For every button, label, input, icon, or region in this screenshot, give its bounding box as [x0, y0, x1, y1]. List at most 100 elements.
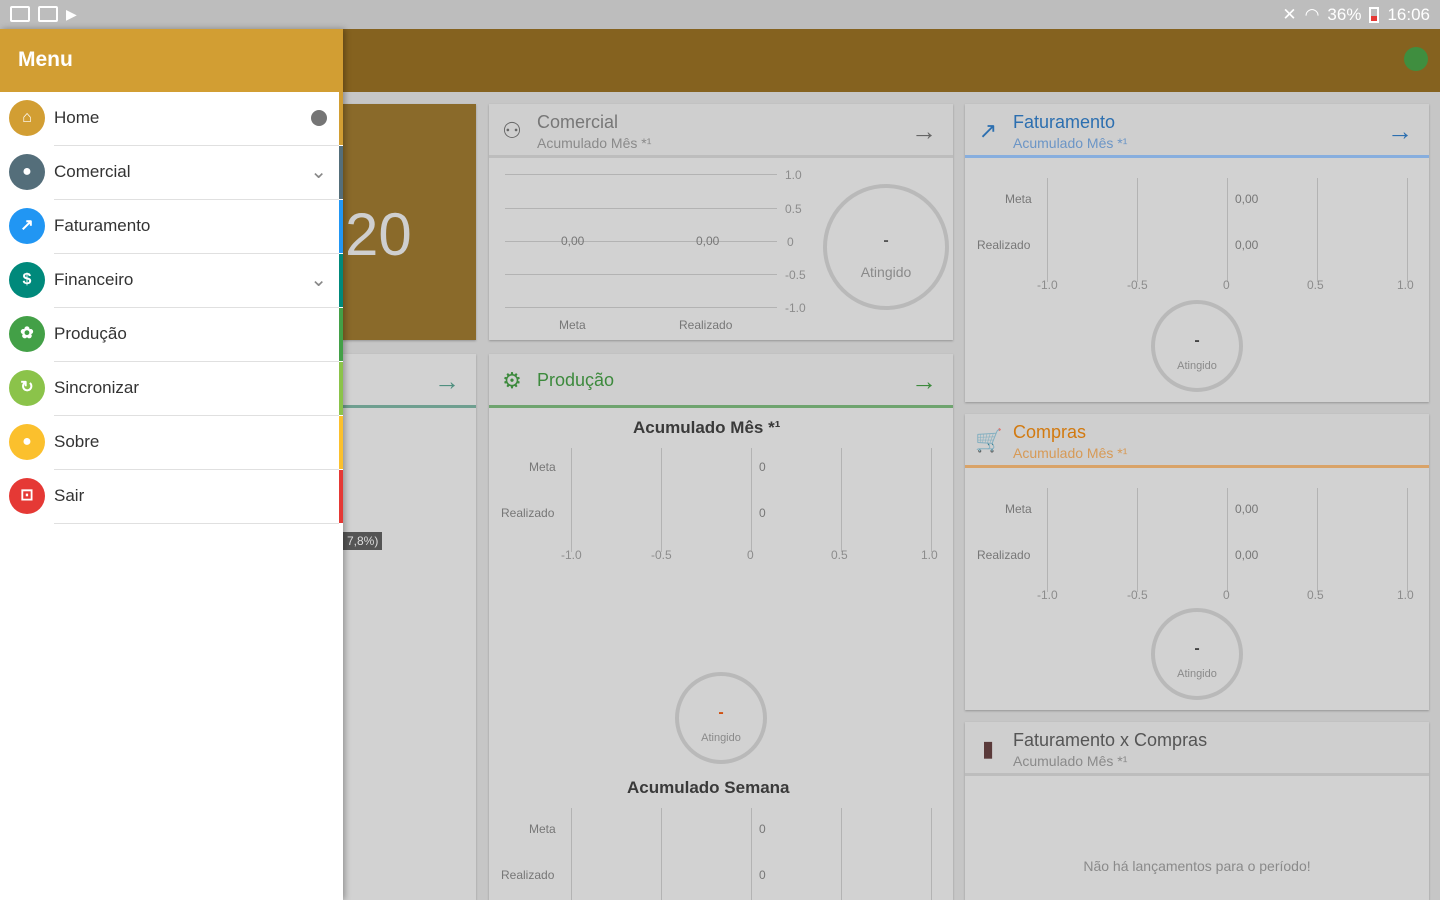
bar-chart-icon: ▮ — [981, 736, 995, 761]
dollar-icon: $ — [9, 262, 45, 298]
mute-icon: ✕ — [1282, 5, 1297, 24]
fat-compras-empty-text: Não há lançamentos para o período! — [1083, 858, 1311, 874]
producao-arrow-icon[interactable]: → — [911, 366, 937, 397]
trending-up-icon: ↗ — [9, 208, 45, 244]
percent-badge: 7,8%) — [343, 532, 383, 550]
faturamento-xtick: 0.5 — [1307, 278, 1324, 292]
drawer-title: Menu — [0, 29, 343, 92]
menu-item-sincronizar[interactable]: ↻ Sincronizar — [0, 362, 343, 416]
menu-item-label: Faturamento — [54, 216, 151, 235]
user-avatar[interactable] — [1404, 47, 1428, 71]
producao-month-ring: - Atingido — [675, 672, 767, 764]
menu-item-label: Sobre — [54, 432, 100, 451]
menu-item-color-bar — [339, 200, 343, 253]
compras-meta-value: 0,00 — [1235, 502, 1259, 516]
menu-item-color-bar — [339, 254, 343, 307]
producao-xtick: 0 — [747, 548, 754, 562]
comercial-meta-value: 0,00 — [561, 234, 585, 248]
comercial-arrow-icon[interactable]: → — [911, 116, 937, 147]
producao-week-meta-value: 0 — [759, 822, 766, 836]
faturamento-meta-value: 0,00 — [1235, 192, 1259, 206]
faturamento-ring: - Atingido — [1151, 300, 1243, 392]
compras-meta-label: Meta — [1005, 502, 1032, 516]
partial-card: → 7,8%) — [343, 354, 476, 900]
sync-icon: ↻ — [9, 370, 45, 406]
menu-item-faturamento[interactable]: ↗ Faturamento — [0, 200, 343, 254]
menu-item-comercial[interactable]: ● Comercial ⌄ — [0, 146, 343, 200]
comercial-ytick: 0.5 — [785, 202, 802, 216]
compras-realizado-value: 0,00 — [1235, 548, 1259, 562]
comercial-realizado-value: 0,00 — [696, 234, 720, 248]
faturamento-xtick: 1.0 — [1397, 278, 1414, 292]
clock: 16:06 — [1387, 5, 1430, 24]
play-notification-icon: ▶ — [66, 6, 77, 22]
faturamento-trend-icon: ↗ — [978, 118, 998, 143]
comercial-ytick: 1.0 — [785, 168, 802, 182]
producao-xtick: 0.5 — [831, 548, 848, 562]
home-icon: ⌂ — [9, 100, 45, 136]
producao-card: ⚙ Produção → Acumulado Mês *¹ Meta Reali… — [489, 354, 953, 900]
producao-title: Produção — [537, 370, 615, 390]
menu-item-home[interactable]: ⌂ Home — [0, 92, 343, 146]
chevron-down-icon[interactable]: ⌄ — [310, 159, 327, 184]
fat-compras-card: ▮ Faturamento x Compras Acumulado Mês *¹… — [965, 722, 1429, 900]
exit-icon: ⊡ — [9, 478, 45, 514]
menu-item-label: Comercial — [54, 162, 131, 181]
battery-percent: 36% — [1327, 5, 1362, 24]
summary-card: 20 — [343, 104, 476, 340]
menu-item-label: Financeiro — [54, 270, 134, 289]
faturamento-arrow-icon[interactable]: → — [1387, 116, 1413, 147]
comercial-award-icon: ⚇ — [502, 118, 522, 143]
producao-section-week: Acumulado Semana — [627, 778, 790, 797]
image-notification-icon — [38, 6, 58, 22]
producao-xtick: -1.0 — [561, 548, 582, 562]
faturamento-meta-label: Meta — [1005, 192, 1032, 206]
menu-item-color-bar — [339, 470, 343, 523]
menu-item-sair[interactable]: ⊡ Sair — [0, 470, 343, 524]
compras-subtitle: Acumulado Mês *¹ — [1013, 445, 1128, 461]
comercial-ytick: -0.5 — [785, 268, 806, 282]
faturamento-xtick: -1.0 — [1037, 278, 1058, 292]
compras-realizado-label: Realizado — [977, 548, 1031, 562]
faturamento-title: Faturamento — [1013, 112, 1116, 132]
menu-item-label: Home — [54, 108, 100, 127]
menu-divider — [54, 523, 339, 524]
gear-icon: ✿ — [9, 316, 45, 352]
compras-title: Compras — [1013, 422, 1087, 442]
menu-item-label: Sair — [54, 486, 85, 505]
menu-item-sobre[interactable]: ● Sobre — [0, 416, 343, 470]
producao-meta-value: 0 — [759, 460, 766, 474]
faturamento-subtitle: Acumulado Mês *¹ — [1013, 135, 1128, 151]
producao-gear-icon: ⚙ — [502, 368, 522, 393]
chevron-down-icon[interactable]: ⌄ — [310, 267, 327, 292]
menu-item-color-bar — [339, 146, 343, 199]
status-bar: ▶ ✕ ◠ 36% 16:06 — [0, 0, 1440, 29]
faturamento-realizado-label: Realizado — [977, 238, 1031, 252]
comercial-xlabel: Meta — [559, 318, 586, 332]
producao-realizado-value: 0 — [759, 506, 766, 520]
producao-section-month: Acumulado Mês *¹ — [633, 418, 781, 437]
battery-icon — [1369, 7, 1380, 23]
comercial-card: ⚇ Comercial Acumulado Mês *¹ → 1.0 0.5 0… — [489, 104, 953, 340]
compras-ring: - Atingido — [1151, 608, 1243, 700]
compras-xtick: 0.5 — [1307, 588, 1324, 602]
producao-week-realizado-label: Realizado — [501, 868, 555, 882]
menu-item-financeiro[interactable]: $ Financeiro ⌄ — [0, 254, 343, 308]
menu-item-color-bar — [339, 92, 343, 145]
menu-item-color-bar — [339, 416, 343, 469]
producao-realizado-label: Realizado — [501, 506, 555, 520]
producao-week-realizado-value: 0 — [759, 868, 766, 882]
compras-xtick: 0 — [1223, 588, 1230, 602]
menu-item-label: Sincronizar — [54, 378, 140, 397]
menu-item-label: Produção — [54, 324, 127, 343]
faturamento-realizado-value: 0,00 — [1235, 238, 1259, 252]
wifi-icon: ◠ — [1304, 5, 1320, 24]
producao-week-meta-label: Meta — [529, 822, 556, 836]
producao-meta-label: Meta — [529, 460, 556, 474]
partial-card-arrow-icon[interactable]: → — [434, 366, 460, 397]
producao-xtick: -0.5 — [651, 548, 672, 562]
menu-item-producao[interactable]: ✿ Produção — [0, 308, 343, 362]
summary-big-number: 20 — [345, 201, 412, 268]
comercial-ytick: -1.0 — [785, 301, 806, 315]
menu-item-color-bar — [339, 362, 343, 415]
